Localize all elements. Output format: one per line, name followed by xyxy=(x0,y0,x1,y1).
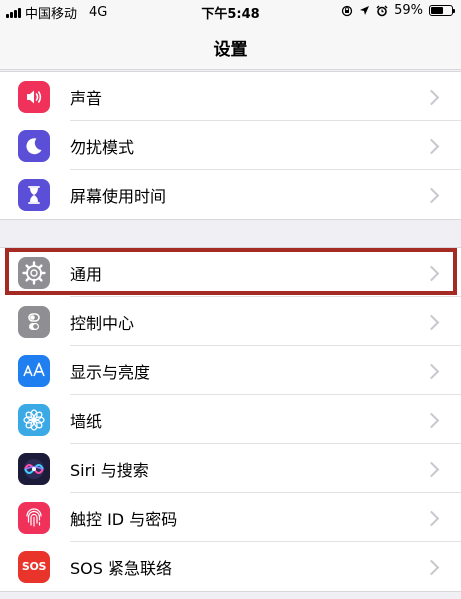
status-right: 59% xyxy=(341,3,455,18)
chevron-right-icon xyxy=(423,510,440,526)
chevron-right-icon xyxy=(423,461,440,477)
status-bar: 中国移动 4G 下午5:48 59% xyxy=(0,0,461,22)
flower-icon xyxy=(18,403,50,436)
settings-row-sounds[interactable]: 声音 xyxy=(0,72,461,121)
hourglass-icon xyxy=(18,178,50,211)
settings-row-do-not-disturb[interactable]: 勿扰模式 xyxy=(0,121,461,170)
battery-icon xyxy=(429,5,455,16)
lock-rotation-icon xyxy=(341,5,353,16)
alarm-icon xyxy=(376,5,388,16)
moon-icon xyxy=(18,129,50,162)
row-label: 触控 ID 与密码 xyxy=(70,509,178,529)
sos-icon-text: SOS xyxy=(21,560,47,573)
row-label: 通用 xyxy=(70,264,103,284)
chevron-right-icon xyxy=(423,559,440,575)
row-label: 显示与亮度 xyxy=(70,362,151,382)
chevron-right-icon xyxy=(423,138,440,154)
nav-bar: 设置 xyxy=(0,22,461,70)
row-label: 墙纸 xyxy=(70,411,103,431)
chevron-right-icon xyxy=(423,265,440,281)
siri-icon xyxy=(18,452,50,485)
battery-percent: 59% xyxy=(394,3,423,18)
chevron-right-icon xyxy=(423,314,440,330)
row-label: SOS 紧急联络 xyxy=(70,558,172,578)
sos-icon: SOS xyxy=(18,550,50,583)
settings-group-2: 通用 控制中心 显示与亮度 墙纸 Siri 与搜索 触控 ID 与密码 SOS … xyxy=(0,247,461,592)
battery-level xyxy=(431,7,443,14)
settings-row-emergency-sos[interactable]: SOS SOS 紧急联络 xyxy=(0,542,461,591)
fingerprint-icon xyxy=(18,501,50,534)
row-label: 声音 xyxy=(70,88,103,108)
row-label: Siri 与搜索 xyxy=(70,460,149,480)
settings-row-touch-id-passcode[interactable]: 触控 ID 与密码 xyxy=(0,493,461,542)
gear-icon xyxy=(18,256,50,289)
row-label: 勿扰模式 xyxy=(70,137,135,157)
settings-row-siri-search[interactable]: Siri 与搜索 xyxy=(0,444,461,493)
settings-row-wallpaper[interactable]: 墙纸 xyxy=(0,395,461,444)
location-icon xyxy=(360,6,370,15)
chevron-right-icon xyxy=(423,89,440,105)
toggles-icon xyxy=(18,305,50,338)
settings-row-control-center[interactable]: 控制中心 xyxy=(0,297,461,346)
row-label: 屏幕使用时间 xyxy=(70,186,167,206)
row-label: 控制中心 xyxy=(70,313,135,333)
chevron-right-icon xyxy=(423,412,440,428)
chevron-right-icon xyxy=(423,363,440,379)
settings-row-screen-time[interactable]: 屏幕使用时间 xyxy=(0,170,461,219)
page-title: 设置 xyxy=(213,40,248,60)
settings-row-general[interactable]: 通用 xyxy=(0,248,461,297)
speaker-icon xyxy=(18,80,50,113)
display-aa-icon xyxy=(18,354,50,387)
settings-row-display-brightness[interactable]: 显示与亮度 xyxy=(0,346,461,395)
chevron-right-icon xyxy=(423,187,440,203)
settings-group-1: 声音 勿扰模式 屏幕使用时间 xyxy=(0,71,461,220)
